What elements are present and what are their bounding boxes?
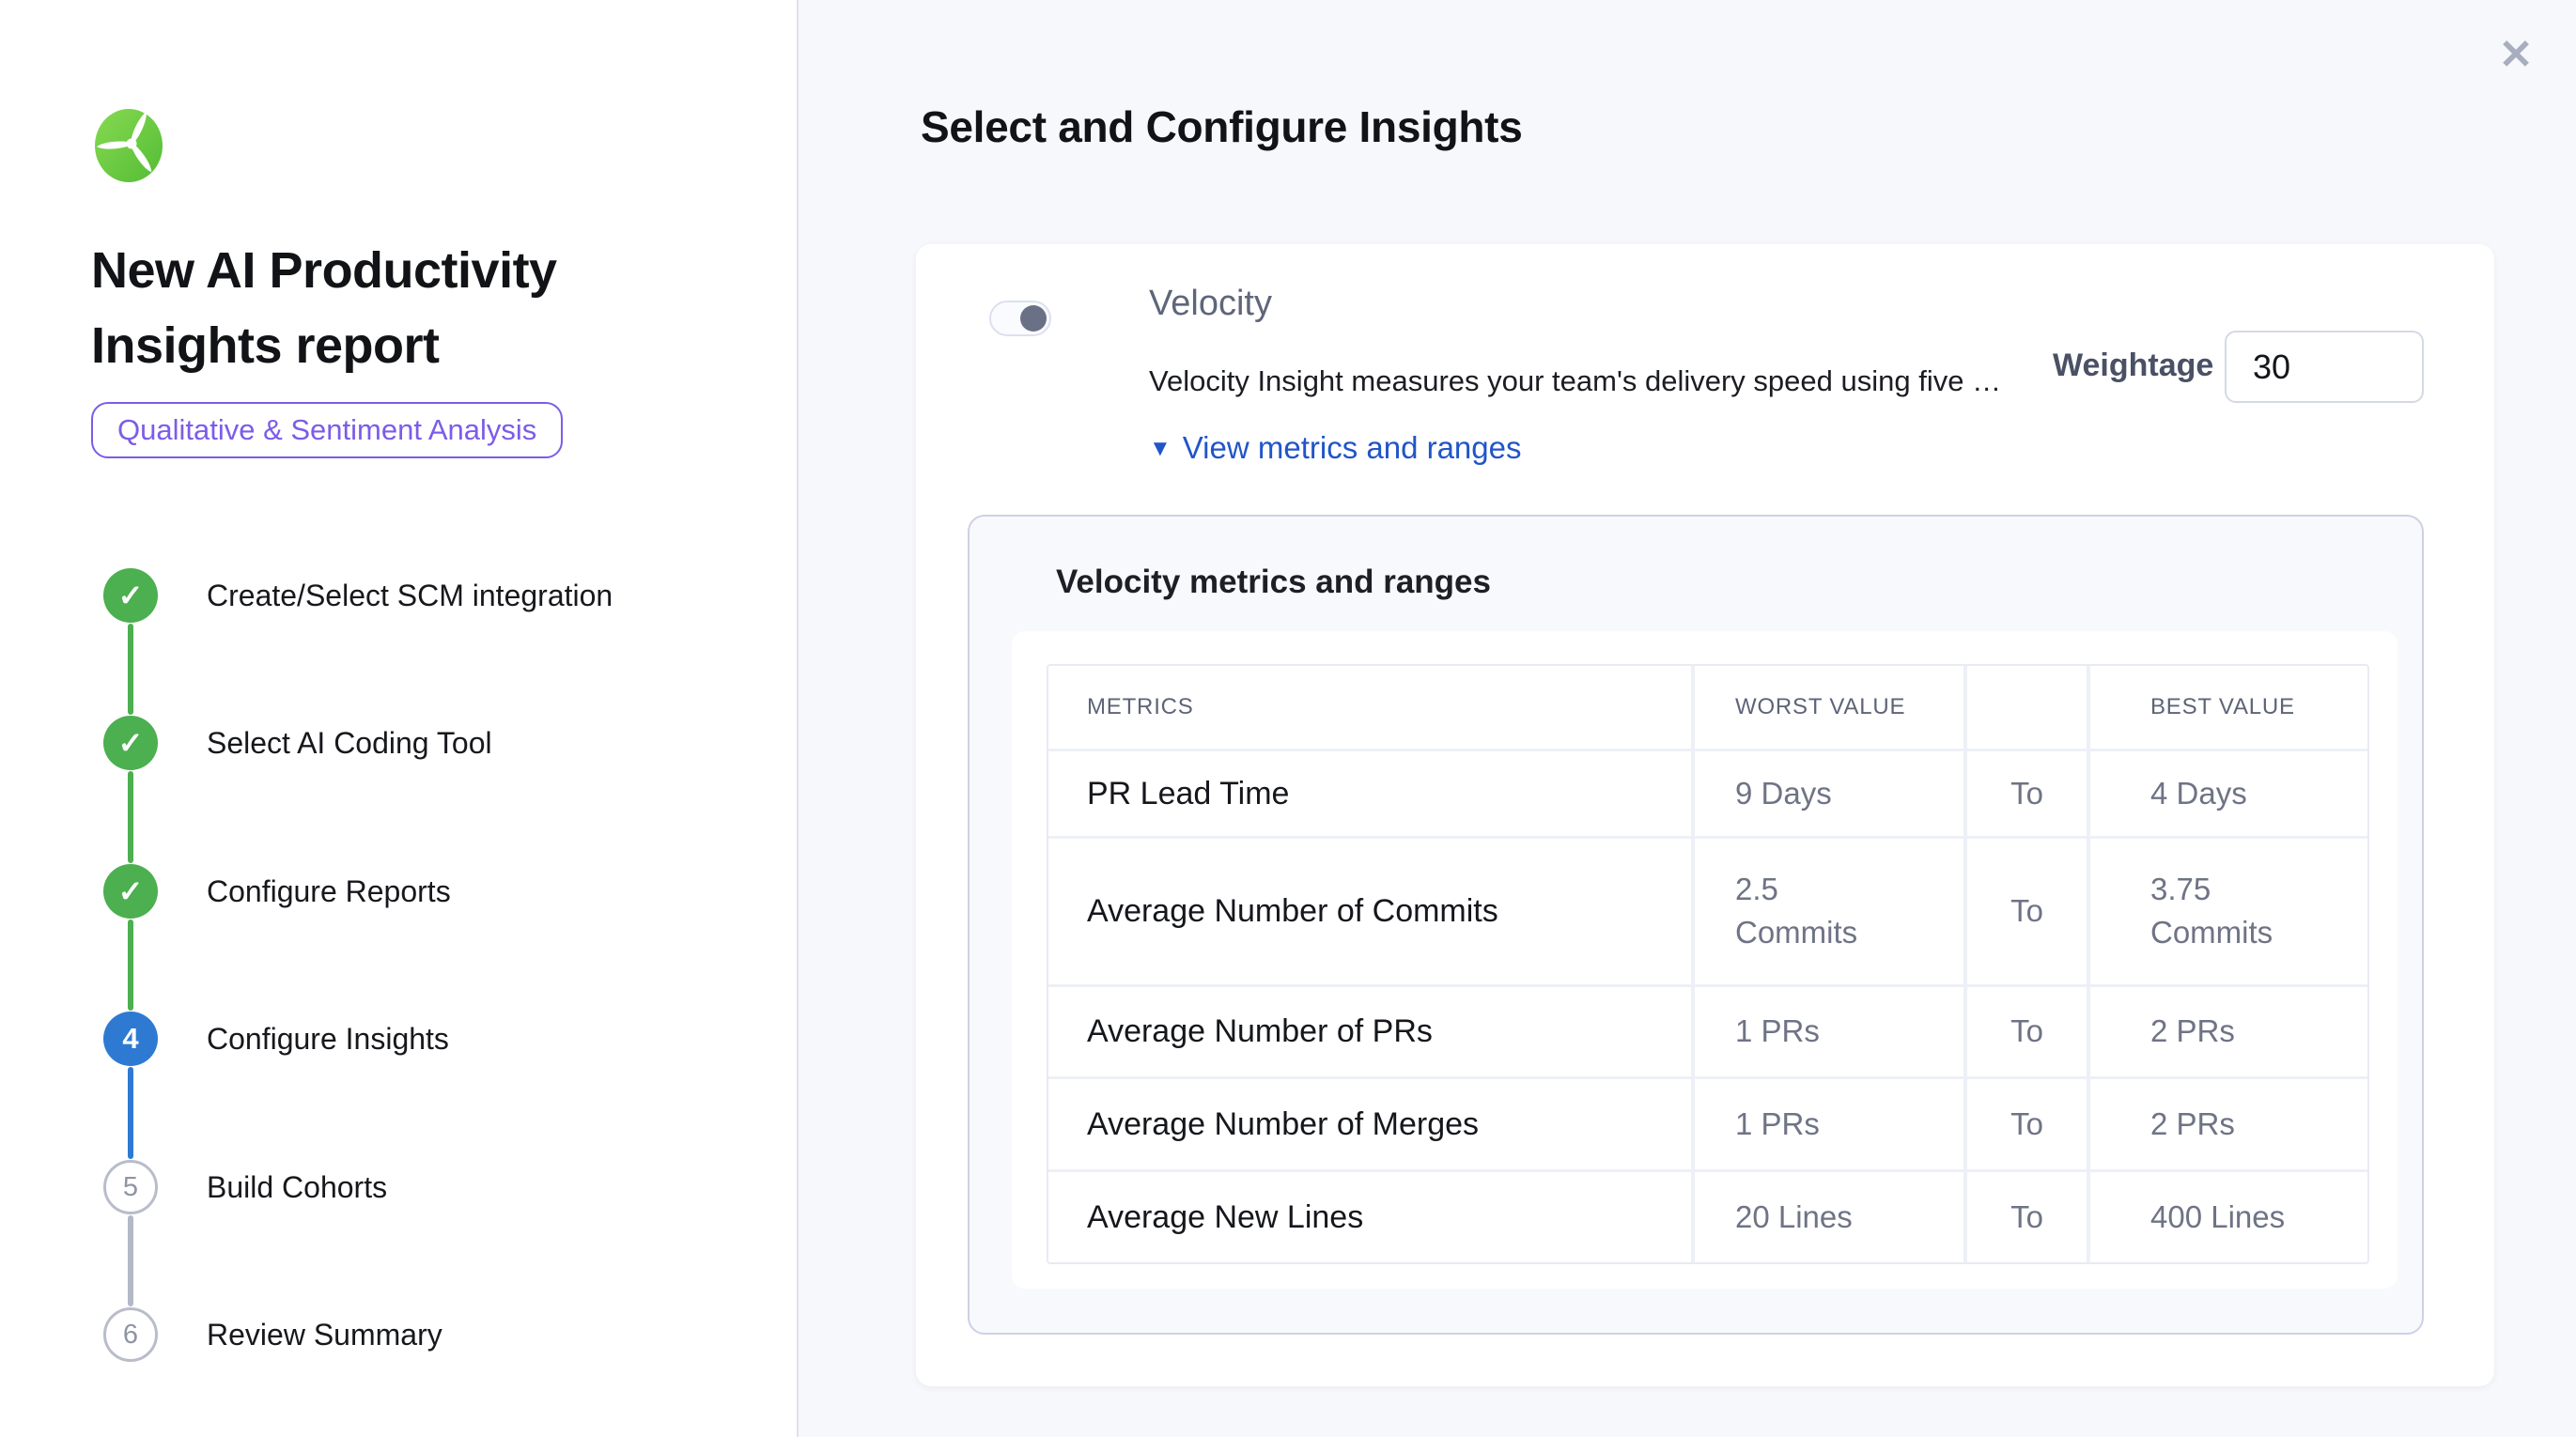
table-row: Average New Lines 20 Lines To 400 Lines <box>1048 1170 2367 1262</box>
metrics-panel-title: Velocity metrics and ranges <box>1056 564 1491 601</box>
insight-description: Velocity Insight measures your team's de… <box>1149 364 2088 398</box>
table-header-row: METRICS WORST VALUE BEST VALUE <box>1048 666 2367 749</box>
worst-value: 1 PRs <box>1693 985 1965 1077</box>
weightage-label: Weightage <box>2053 348 2213 384</box>
best-value: 3.75 Commits <box>2088 837 2367 985</box>
metrics-panel: Velocity metrics and ranges METRICS WORS… <box>968 515 2424 1335</box>
check-icon: ✓ <box>118 578 144 613</box>
sidebar-step-configure-insights[interactable]: Configure Insights <box>207 1012 449 1066</box>
close-icon[interactable]: ✕ <box>2488 26 2544 83</box>
table-row: Average Number of Commits 2.5 Commits To… <box>1048 837 2367 985</box>
best-value: 2 PRs <box>2088 1077 2367 1170</box>
velocity-toggle[interactable] <box>989 301 1051 336</box>
step-connector-3-4 <box>128 919 133 1011</box>
step-5-number: 5 <box>123 1172 138 1203</box>
metric-name: PR Lead Time <box>1048 749 1693 837</box>
step-connector-2-3 <box>128 771 133 863</box>
step-connector-5-6 <box>128 1215 133 1306</box>
worst-value: 2.5 Commits <box>1693 837 1965 985</box>
worst-value: 20 Lines <box>1693 1170 1965 1262</box>
to-label: To <box>1965 985 2088 1077</box>
best-value: 2 PRs <box>2088 985 2367 1077</box>
best-value: 400 Lines <box>2088 1170 2367 1262</box>
worst-value: 1 PRs <box>1693 1077 1965 1170</box>
step-5-circle[interactable]: 5 <box>103 1160 158 1214</box>
sidebar-step-scm-integration[interactable]: Create/Select SCM integration <box>207 568 613 623</box>
step-1-circle[interactable]: ✓ <box>103 568 158 623</box>
to-label: To <box>1965 837 2088 985</box>
metrics-table: METRICS WORST VALUE BEST VALUE PR Lead T… <box>1048 666 2367 1262</box>
sidebar-step-configure-reports[interactable]: Configure Reports <box>207 864 451 919</box>
worst-value: 9 Days <box>1693 749 1965 837</box>
wizard-sidebar: New AI Productivity Insights report Qual… <box>0 0 799 1437</box>
sidebar-step-build-cohorts[interactable]: Build Cohorts <box>207 1160 387 1214</box>
sidebar-step-ai-coding-tool[interactable]: Select AI Coding Tool <box>207 716 492 770</box>
metric-name: Average New Lines <box>1048 1170 1693 1262</box>
step-2-circle[interactable]: ✓ <box>103 716 158 770</box>
to-label: To <box>1965 1077 2088 1170</box>
check-icon: ✓ <box>118 873 144 909</box>
column-header-metrics: METRICS <box>1048 666 1693 749</box>
view-metrics-link-label: View metrics and ranges <box>1183 430 1522 466</box>
insight-name: Velocity <box>1149 284 1272 324</box>
to-label: To <box>1965 1170 2088 1262</box>
toggle-knob <box>1020 305 1047 332</box>
metric-name: Average Number of Commits <box>1048 837 1693 985</box>
dialog-title: Select and Configure Insights <box>921 101 1523 152</box>
step-4-circle[interactable]: 4 <box>103 1012 158 1066</box>
metrics-table-container: METRICS WORST VALUE BEST VALUE PR Lead T… <box>1012 631 2398 1289</box>
table-row: Average Number of PRs 1 PRs To 2 PRs <box>1048 985 2367 1077</box>
table-row: PR Lead Time 9 Days To 4 Days <box>1048 749 2367 837</box>
screen: New AI Productivity Insights report Qual… <box>0 0 2576 1437</box>
step-6-number: 6 <box>123 1320 138 1351</box>
step-connector-4-5 <box>128 1067 133 1159</box>
chevron-down-icon: ▼ <box>1149 433 1172 464</box>
report-title: New AI Productivity Insights report <box>91 233 645 383</box>
column-header-spacer <box>1965 666 2088 749</box>
check-icon: ✓ <box>118 725 144 761</box>
to-label: To <box>1965 749 2088 837</box>
sidebar-step-review-summary[interactable]: Review Summary <box>207 1307 442 1362</box>
app-logo-icon <box>94 108 163 183</box>
view-metrics-link[interactable]: ▼ View metrics and ranges <box>1149 430 1522 466</box>
metric-name: Average Number of PRs <box>1048 985 1693 1077</box>
step-4-number: 4 <box>122 1022 138 1056</box>
weightage-input[interactable] <box>2225 331 2424 403</box>
table-row: Average Number of Merges 1 PRs To 2 PRs <box>1048 1077 2367 1170</box>
step-3-circle[interactable]: ✓ <box>103 864 158 919</box>
step-6-circle[interactable]: 6 <box>103 1307 158 1362</box>
column-header-worst-value: WORST VALUE <box>1693 666 1965 749</box>
best-value: 4 Days <box>2088 749 2367 837</box>
step-connector-1-2 <box>128 624 133 715</box>
report-type-badge: Qualitative & Sentiment Analysis <box>91 402 563 458</box>
insight-card: Velocity Velocity Insight measures your … <box>916 244 2494 1386</box>
column-header-best-value: BEST VALUE <box>2088 666 2367 749</box>
metric-name: Average Number of Merges <box>1048 1077 1693 1170</box>
